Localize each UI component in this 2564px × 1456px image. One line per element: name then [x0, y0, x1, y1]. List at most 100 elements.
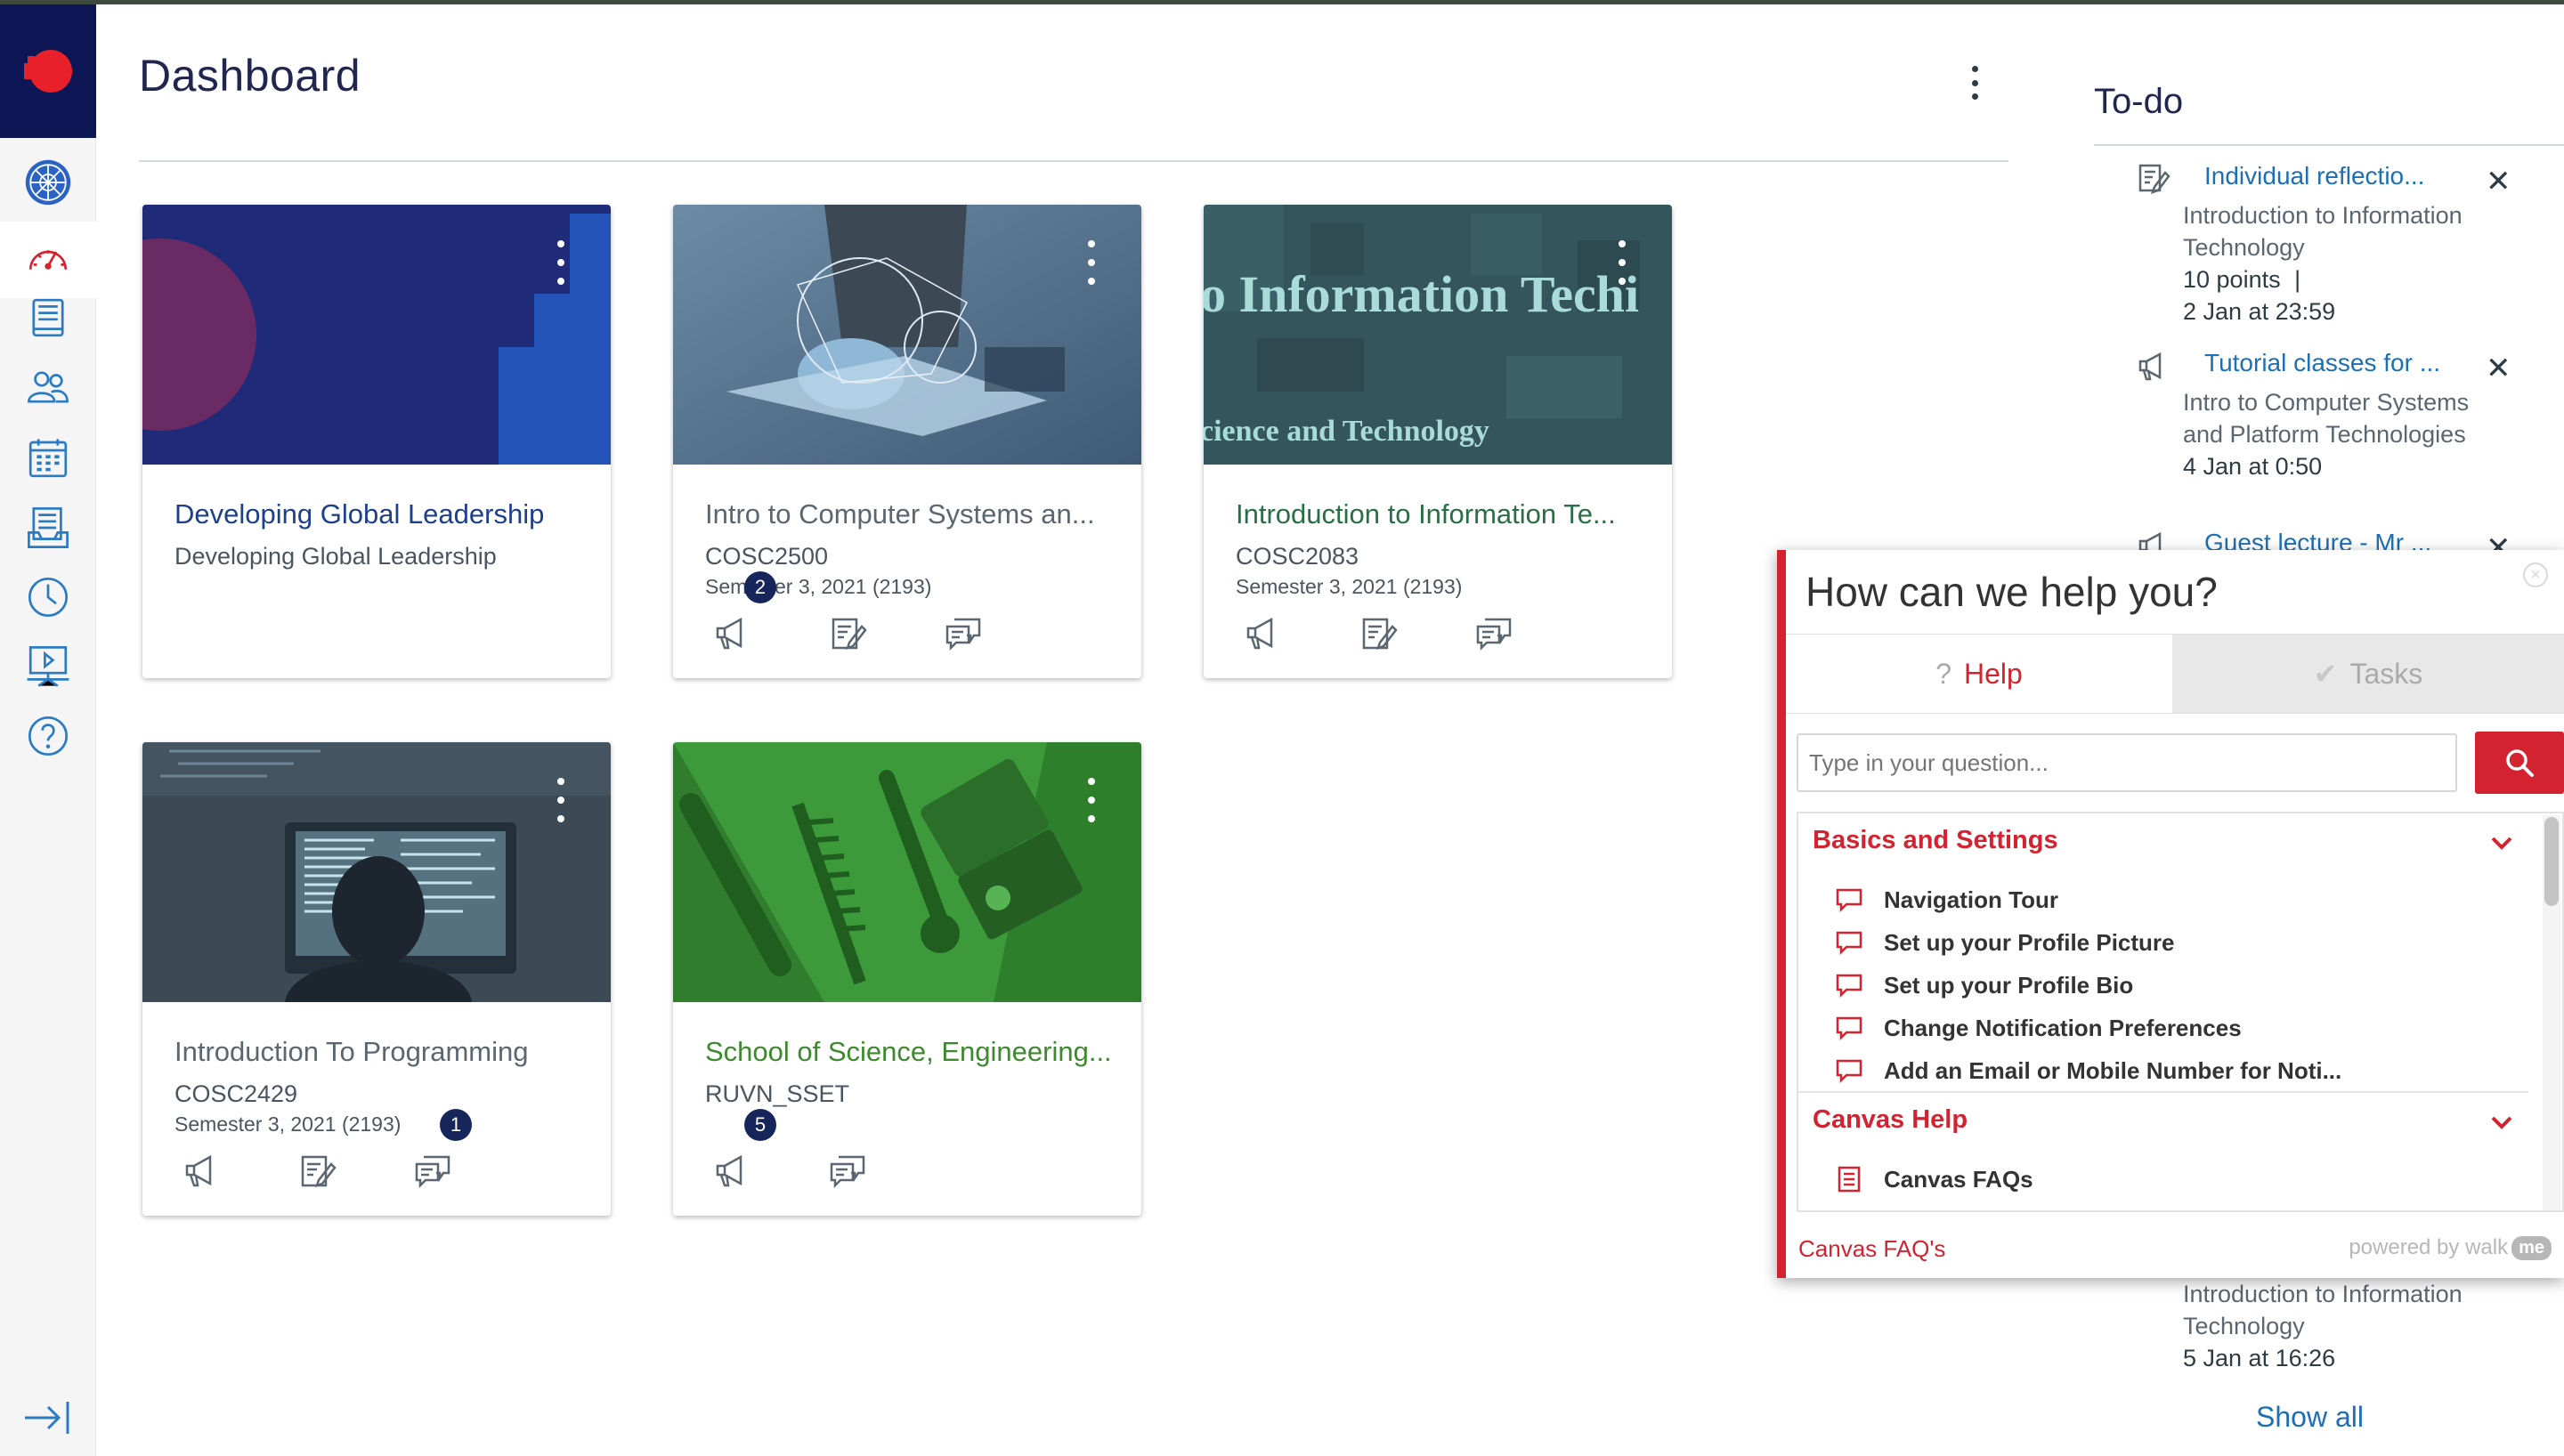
calendar-icon[interactable] — [21, 432, 75, 485]
dismiss-icon[interactable]: ✕ — [2486, 351, 2511, 386]
section-header[interactable]: Canvas Help — [1798, 1093, 2528, 1150]
course-card-hero[interactable] — [673, 742, 1141, 1002]
course-card[interactable]: Developing Global Leadership Developing … — [142, 205, 611, 678]
todo-heading: To-do — [2094, 82, 2184, 121]
discussions-icon[interactable] — [1467, 607, 1521, 660]
todo-points: 10 points — [2183, 266, 2281, 293]
chevron-down-icon[interactable] — [2484, 1107, 2519, 1139]
todo-item: Individual reflectio... ✕ Introduction t… — [2094, 162, 2564, 331]
search-button[interactable] — [2475, 732, 2564, 794]
unread-badge: 1 — [440, 1109, 472, 1141]
announcements-megaphone-icon[interactable] — [1236, 607, 1289, 660]
assignments-icon[interactable] — [290, 1145, 344, 1198]
course-card-term: Semester 3, 2021 (2193) — [1236, 575, 1463, 598]
help-item-label: Set up your Profile Bio — [1884, 972, 2134, 999]
help-item-label: Change Notification Preferences — [1884, 1015, 2242, 1041]
course-card-code: COSC2083 — [1236, 543, 1359, 570]
card-options-kebab-icon[interactable] — [556, 240, 566, 285]
page-title: Dashboard — [139, 51, 361, 101]
help-search-input[interactable] — [1797, 733, 2457, 792]
todo-separator: | — [2294, 266, 2301, 293]
groups-people-icon[interactable] — [21, 360, 75, 414]
speech-bubble-icon — [1836, 974, 1862, 999]
course-card-term: Semester 3, 2021 (2193) — [705, 575, 932, 598]
todo-course: Intro to Computer Systems and Platform T… — [2183, 389, 2470, 448]
course-card-hero[interactable] — [142, 205, 611, 465]
dismiss-icon[interactable]: ✕ — [2486, 164, 2511, 199]
show-all-link[interactable]: Show all — [2256, 1401, 2364, 1434]
announcements-megaphone-icon[interactable] — [174, 1145, 228, 1198]
speech-bubble-icon — [1836, 931, 1862, 956]
studio-presentation-icon[interactable] — [21, 640, 75, 693]
account-avatar-icon[interactable] — [21, 156, 75, 209]
section-header[interactable]: Basics and Settings — [1798, 813, 2528, 870]
canvas-faqs-link[interactable]: Canvas FAQ's — [1798, 1235, 1945, 1263]
discussions-icon[interactable] — [821, 1145, 874, 1198]
unread-badge: 2 — [744, 571, 776, 603]
course-card[interactable]: o Information Techi cience and Technolog… — [1204, 205, 1672, 678]
todo-due: 4 Jan at 0:50 — [2183, 453, 2323, 480]
question-icon: ? — [1935, 657, 1951, 690]
card-options-kebab-icon[interactable] — [1086, 778, 1097, 822]
scrollbar[interactable] — [2543, 815, 2560, 1210]
course-card-code: COSC2500 — [705, 543, 829, 570]
card-options-kebab-icon[interactable] — [1086, 240, 1097, 285]
inbox-icon[interactable] — [21, 501, 75, 554]
todo-course: Introduction to Information Technology — [2183, 202, 2463, 261]
courses-book-icon[interactable] — [21, 291, 75, 344]
todo-divider — [2094, 144, 2564, 146]
course-card-hero[interactable]: o Information Techi cience and Technolog… — [1204, 205, 1672, 465]
help-item-label: Set up your Profile Picture — [1884, 929, 2175, 956]
todo-link[interactable]: Tutorial classes for ... — [2204, 349, 2440, 377]
powered-by-text: powered by walk — [2349, 1235, 2509, 1259]
help-item[interactable]: Change Notification Preferences — [1834, 1013, 2511, 1048]
help-item-label: Add an Email or Mobile Number for Noti..… — [1884, 1057, 2342, 1084]
help-question-icon[interactable] — [21, 709, 75, 763]
assignments-icon[interactable] — [1351, 607, 1405, 660]
speech-bubble-icon — [1836, 1059, 1862, 1084]
card-options-kebab-icon[interactable] — [556, 778, 566, 822]
discussions-icon[interactable] — [406, 1145, 459, 1198]
course-card-title[interactable]: Intro to Computer Systems an... — [705, 498, 1124, 530]
course-card[interactable]: Intro to Computer Systems an... COSC2500… — [673, 205, 1141, 678]
institution-logo-icon[interactable] — [0, 4, 96, 138]
dashboard-options-kebab-icon[interactable] — [1959, 61, 1991, 105]
announcements-megaphone-icon[interactable] — [705, 1145, 759, 1198]
help-item[interactable]: Canvas FAQs — [1834, 1164, 2511, 1200]
course-card-hero[interactable] — [142, 742, 611, 1002]
help-item[interactable]: Set up your Profile Picture — [1834, 927, 2511, 963]
todo-due: 5 Jan at 16:26 — [2183, 1345, 2336, 1371]
course-card-title[interactable]: Introduction To Programming — [174, 1036, 593, 1068]
todo-item-partial: Introduction to Information Technology 5… — [2183, 1278, 2477, 1374]
collapse-nav-icon[interactable] — [23, 1398, 73, 1437]
course-card-code: COSC2429 — [174, 1080, 298, 1107]
document-list-icon — [1838, 1166, 1861, 1193]
course-card[interactable]: School of Science, Engineering... RUVN_S… — [673, 742, 1141, 1216]
course-card-title[interactable]: School of Science, Engineering... — [705, 1036, 1124, 1068]
close-icon[interactable]: × — [2523, 562, 2548, 587]
discussions-icon[interactable] — [937, 607, 990, 660]
course-card-title[interactable]: Developing Global Leadership — [174, 498, 593, 530]
history-clock-icon[interactable] — [21, 570, 75, 624]
course-card[interactable]: Introduction To Programming COSC2429 Sem… — [142, 742, 611, 1216]
chevron-down-icon[interactable] — [2484, 828, 2519, 860]
course-card-term: Semester 3, 2021 (2193) — [174, 1112, 402, 1136]
assignments-icon[interactable] — [821, 607, 874, 660]
help-item[interactable]: Navigation Tour — [1834, 885, 2511, 920]
help-item[interactable]: Add an Email or Mobile Number for Noti..… — [1834, 1056, 2511, 1091]
help-widget-title: How can we help you? — [1805, 569, 2218, 615]
unread-badge: 5 — [744, 1109, 776, 1141]
announcements-megaphone-icon[interactable] — [705, 607, 759, 660]
course-card-hero[interactable] — [673, 205, 1141, 465]
course-card-title[interactable]: Introduction to Information Te... — [1236, 498, 1654, 530]
scrollbar-thumb[interactable] — [2544, 817, 2559, 906]
todo-link[interactable]: Individual reflectio... — [2204, 162, 2424, 190]
tab-tasks[interactable]: ✔ Tasks — [2172, 635, 2564, 713]
tab-help[interactable]: ? Help — [1786, 635, 2172, 713]
help-item[interactable]: Set up your Profile Bio — [1834, 970, 2511, 1006]
todo-due: 2 Jan at 23:59 — [2183, 298, 2336, 325]
announcement-icon — [2138, 352, 2162, 381]
course-card-code: RUVN_SSET — [705, 1080, 850, 1107]
card-options-kebab-icon[interactable] — [1617, 240, 1627, 285]
dashboard-gauge-icon[interactable] — [0, 222, 96, 298]
